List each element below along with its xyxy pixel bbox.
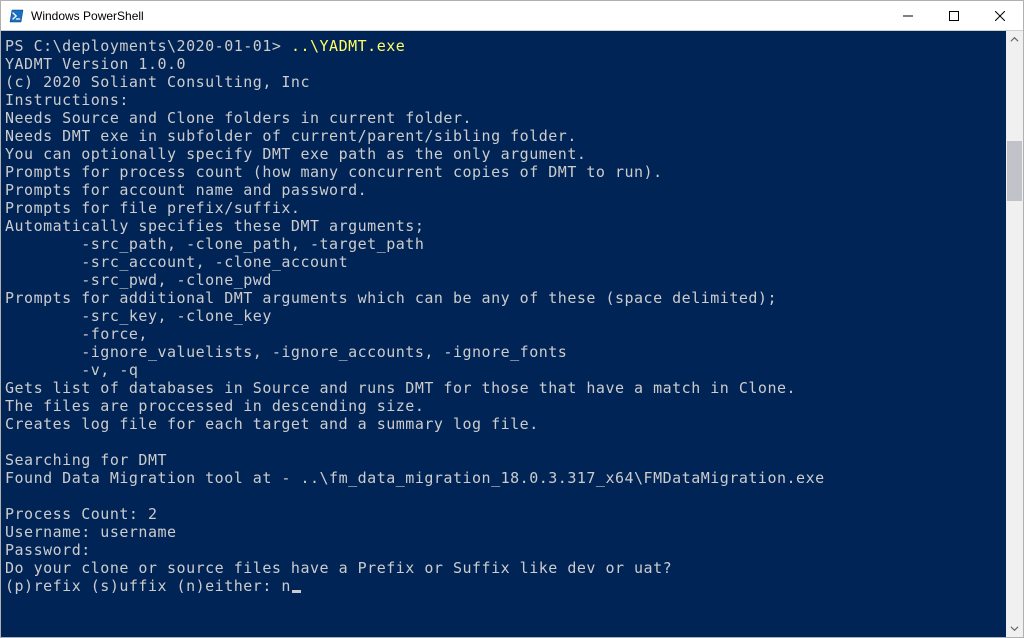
output-line: -v, -q bbox=[5, 361, 1002, 379]
output-line: YADMT Version 1.0.0 bbox=[5, 55, 1002, 73]
output-line bbox=[5, 433, 1002, 451]
terminal-area: PS C:\deployments\2020-01-01> ..\YADMT.e… bbox=[1, 31, 1023, 637]
output-line: Process Count: 2 bbox=[5, 505, 1002, 523]
cursor bbox=[292, 590, 301, 593]
output-line: (c) 2020 Soliant Consulting, Inc bbox=[5, 73, 1002, 91]
output-line: -src_account, -clone_account bbox=[5, 253, 1002, 271]
output-line: Found Data Migration tool at - ..\fm_dat… bbox=[5, 469, 1002, 487]
titlebar[interactable]: Windows PowerShell bbox=[1, 1, 1023, 31]
output-line: Creates log file for each target and a s… bbox=[5, 415, 1002, 433]
scroll-down-button[interactable] bbox=[1006, 620, 1023, 637]
output-line: -force, bbox=[5, 325, 1002, 343]
powershell-icon bbox=[9, 8, 25, 24]
prompt-prefix: PS C:\deployments\2020-01-01> bbox=[5, 37, 291, 55]
output-line: Automatically specifies these DMT argume… bbox=[5, 217, 1002, 235]
command-text: ..\YADMT.exe bbox=[291, 37, 405, 55]
output-line: Needs DMT exe in subfolder of current/pa… bbox=[5, 127, 1002, 145]
output-line: Prompts for account name and password. bbox=[5, 181, 1002, 199]
output-line: Prompts for file prefix/suffix. bbox=[5, 199, 1002, 217]
scroll-up-button[interactable] bbox=[1006, 31, 1023, 48]
output-line: Username: username bbox=[5, 523, 1002, 541]
output-line: (p)refix (s)uffix (n)either: n bbox=[5, 577, 1002, 595]
output-line: Prompts for process count (how many conc… bbox=[5, 163, 1002, 181]
output-line: You can optionally specify DMT exe path … bbox=[5, 145, 1002, 163]
close-button[interactable] bbox=[977, 1, 1023, 30]
output-line: -ignore_valuelists, -ignore_accounts, -i… bbox=[5, 343, 1002, 361]
maximize-button[interactable] bbox=[931, 1, 977, 30]
output-line bbox=[5, 487, 1002, 505]
output-line: Prompts for additional DMT arguments whi… bbox=[5, 289, 1002, 307]
scrollbar-thumb[interactable] bbox=[1007, 141, 1022, 201]
prompt-line: PS C:\deployments\2020-01-01> ..\YADMT.e… bbox=[5, 37, 1002, 55]
minimize-button[interactable] bbox=[885, 1, 931, 30]
output-line: Do your clone or source files have a Pre… bbox=[5, 559, 1002, 577]
output-line: Gets list of databases in Source and run… bbox=[5, 379, 1002, 397]
output-line: Password: bbox=[5, 541, 1002, 559]
output-line: Instructions: bbox=[5, 91, 1002, 109]
output-line: -src_pwd, -clone_pwd bbox=[5, 271, 1002, 289]
terminal[interactable]: PS C:\deployments\2020-01-01> ..\YADMT.e… bbox=[1, 31, 1006, 637]
window-title: Windows PowerShell bbox=[31, 9, 885, 23]
output-line: -src_path, -clone_path, -target_path bbox=[5, 235, 1002, 253]
powershell-window: Windows PowerShell PS C:\deployments\202… bbox=[0, 0, 1024, 638]
output-line: Searching for DMT bbox=[5, 451, 1002, 469]
window-controls bbox=[885, 1, 1023, 30]
output-line: -src_key, -clone_key bbox=[5, 307, 1002, 325]
output-line: Needs Source and Clone folders in curren… bbox=[5, 109, 1002, 127]
output-line: The files are proccessed in descending s… bbox=[5, 397, 1002, 415]
vertical-scrollbar[interactable] bbox=[1006, 31, 1023, 637]
